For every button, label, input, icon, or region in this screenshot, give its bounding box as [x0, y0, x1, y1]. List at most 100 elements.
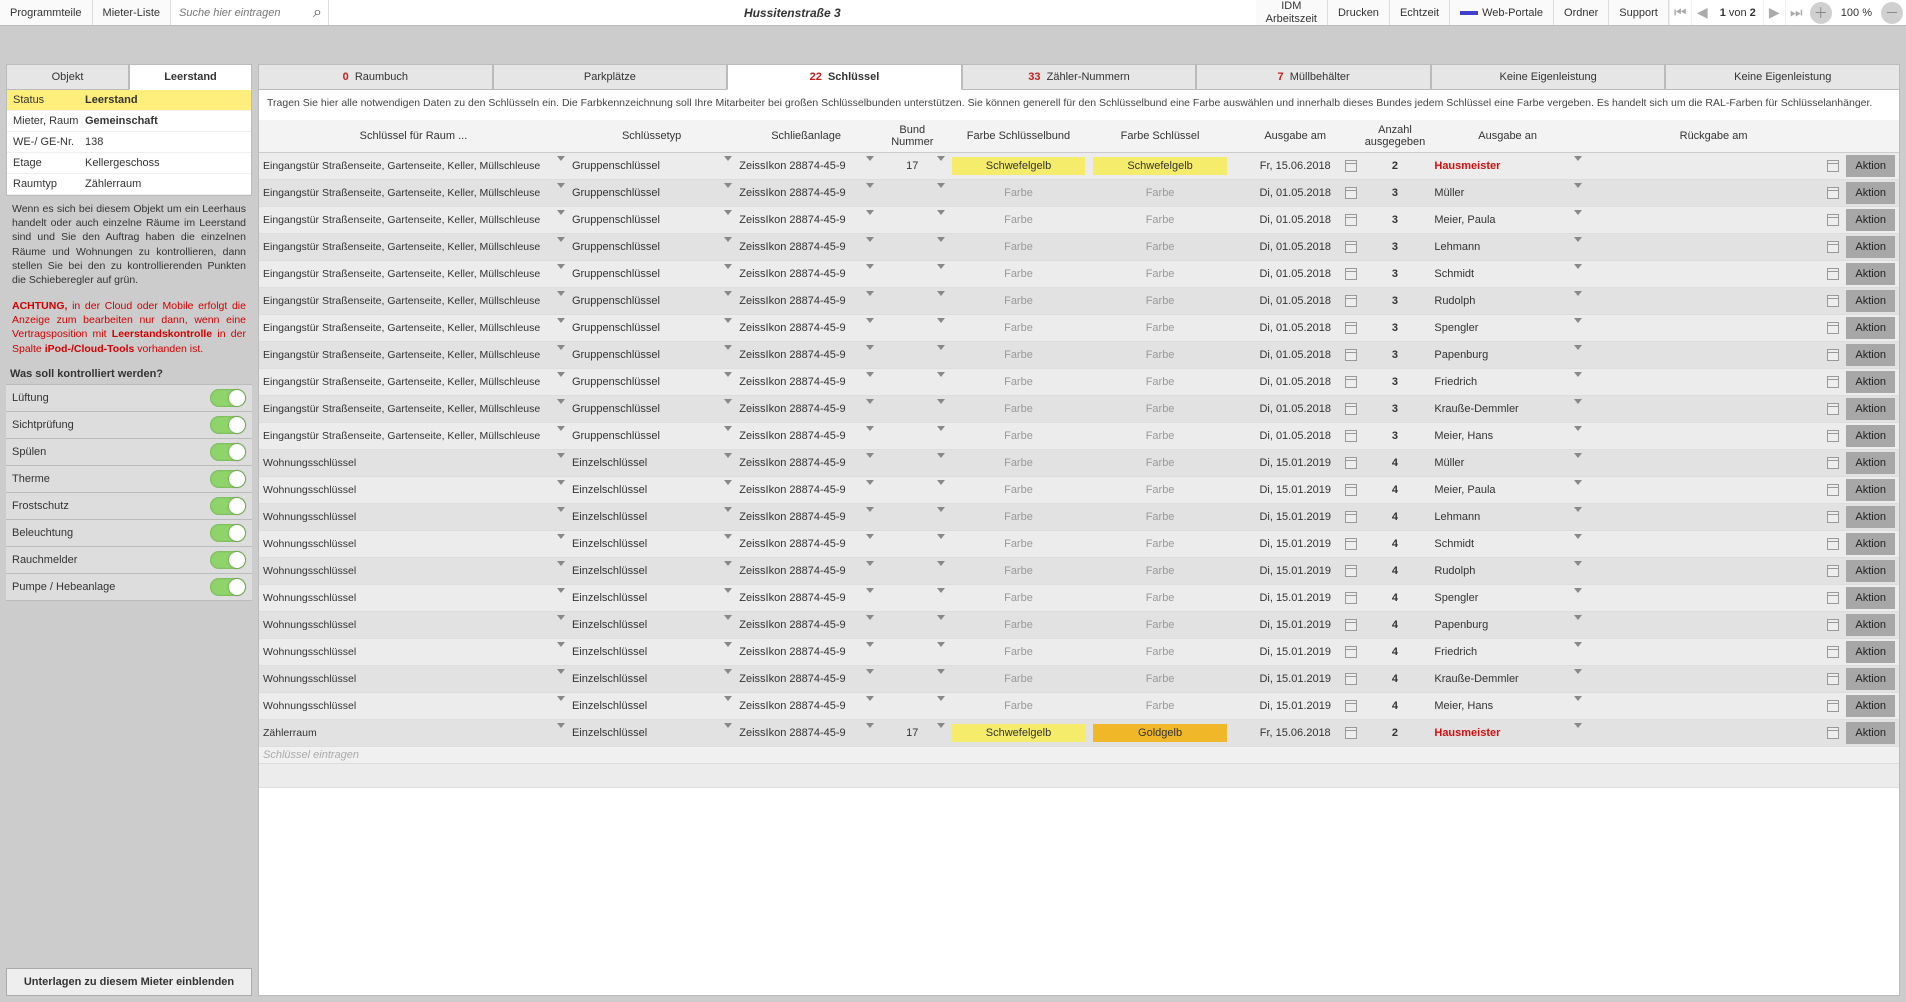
calendar-icon[interactable] — [1345, 187, 1357, 199]
cell-ausgabe-am[interactable]: Di, 15.01.2019 — [1231, 477, 1360, 504]
calendar-icon[interactable] — [1827, 349, 1839, 361]
calendar-icon[interactable] — [1345, 349, 1357, 361]
cell-farbebund[interactable]: Farbe — [948, 639, 1090, 666]
dropdown-icon[interactable] — [937, 561, 945, 566]
dropdown-icon[interactable] — [866, 264, 874, 269]
dropdown-icon[interactable] — [937, 723, 945, 728]
dropdown-icon[interactable] — [866, 237, 874, 242]
cell-farbebund[interactable]: Farbe — [948, 288, 1090, 315]
echtzeit-button[interactable]: Echtzeit — [1390, 0, 1450, 25]
cell-ausgabe-am[interactable]: Di, 15.01.2019 — [1231, 693, 1360, 720]
cell-rueckgabe[interactable] — [1585, 342, 1842, 369]
cell-room[interactable]: Wohnungsschlüssel — [259, 612, 568, 639]
dropdown-icon[interactable] — [866, 210, 874, 215]
dropdown-icon[interactable] — [724, 696, 732, 701]
nav-first-icon[interactable]: ⏮ — [1669, 0, 1691, 25]
support-button[interactable]: Support — [1609, 0, 1669, 25]
aktion-button[interactable]: Aktion — [1846, 560, 1895, 582]
dropdown-icon[interactable] — [1574, 507, 1582, 512]
cell-bund[interactable] — [877, 558, 948, 585]
dropdown-icon[interactable] — [724, 291, 732, 296]
calendar-icon[interactable] — [1345, 700, 1357, 712]
cell-anlage[interactable]: ZeissIkon 28874-45-9 — [735, 207, 877, 234]
cell-typ[interactable]: Einzelschlüssel — [568, 531, 735, 558]
calendar-icon[interactable] — [1827, 214, 1839, 226]
cell-bund[interactable] — [877, 180, 948, 207]
th-ausgabe-am[interactable]: Ausgabe am — [1231, 120, 1360, 153]
cell-rueckgabe[interactable] — [1585, 477, 1842, 504]
dropdown-icon[interactable] — [937, 210, 945, 215]
dropdown-icon[interactable] — [937, 696, 945, 701]
dropdown-icon[interactable] — [724, 318, 732, 323]
aktion-button[interactable]: Aktion — [1846, 587, 1895, 609]
tab-parkpl-tze[interactable]: Parkplätze — [493, 64, 728, 90]
cell-room[interactable]: Eingangstür Straßenseite, Gartenseite, K… — [259, 396, 568, 423]
cell-farbeschluessel[interactable]: Farbe — [1089, 558, 1231, 585]
cell-rueckgabe[interactable] — [1585, 315, 1842, 342]
dropdown-icon[interactable] — [557, 183, 565, 188]
calendar-icon[interactable] — [1827, 538, 1839, 550]
cell-ausgabe-am[interactable]: Di, 15.01.2019 — [1231, 504, 1360, 531]
calendar-icon[interactable] — [1345, 376, 1357, 388]
dropdown-icon[interactable] — [937, 399, 945, 404]
dropdown-icon[interactable] — [866, 372, 874, 377]
dropdown-icon[interactable] — [557, 318, 565, 323]
cell-ausgabe-an[interactable]: Meier, Paula — [1430, 207, 1584, 234]
calendar-icon[interactable] — [1345, 673, 1357, 685]
cell-ausgabe-am[interactable]: Di, 01.05.2018 — [1231, 261, 1360, 288]
cell-rueckgabe[interactable] — [1585, 666, 1842, 693]
mieterliste-button[interactable]: Mieter-Liste — [93, 0, 171, 25]
th-bund[interactable]: Bund Nummer — [877, 120, 948, 153]
cell-farbeschluessel[interactable]: Farbe — [1089, 180, 1231, 207]
tab-leerstand[interactable]: Leerstand — [129, 64, 252, 90]
th-anzahl[interactable]: Anzahl ausgegeben — [1360, 120, 1431, 153]
dropdown-icon[interactable] — [557, 723, 565, 728]
cell-anlage[interactable]: ZeissIkon 28874-45-9 — [735, 261, 877, 288]
cell-bund[interactable] — [877, 396, 948, 423]
cell-room[interactable]: Wohnungsschlüssel — [259, 585, 568, 612]
dropdown-icon[interactable] — [1574, 588, 1582, 593]
dropdown-icon[interactable] — [557, 210, 565, 215]
cell-anzahl[interactable]: 3 — [1360, 288, 1431, 315]
dropdown-icon[interactable] — [937, 345, 945, 350]
dropdown-icon[interactable] — [937, 642, 945, 647]
cell-farbebund[interactable]: Farbe — [948, 180, 1090, 207]
cell-ausgabe-am[interactable]: Fr, 15.06.2018 — [1231, 153, 1360, 180]
dropdown-icon[interactable] — [724, 507, 732, 512]
cell-anlage[interactable]: ZeissIkon 28874-45-9 — [735, 720, 877, 747]
tab-keine-eigenleistung[interactable]: Keine Eigenleistung — [1665, 64, 1900, 90]
cell-typ[interactable]: Einzelschlüssel — [568, 693, 735, 720]
dropdown-icon[interactable] — [724, 480, 732, 485]
cell-typ[interactable]: Gruppenschlüssel — [568, 207, 735, 234]
calendar-icon[interactable] — [1345, 403, 1357, 415]
cell-bund[interactable] — [877, 693, 948, 720]
calendar-icon[interactable] — [1827, 160, 1839, 172]
dropdown-icon[interactable] — [724, 426, 732, 431]
dropdown-icon[interactable] — [1574, 615, 1582, 620]
dropdown-icon[interactable] — [937, 534, 945, 539]
dropdown-icon[interactable] — [866, 561, 874, 566]
cell-room[interactable]: Eingangstür Straßenseite, Gartenseite, K… — [259, 261, 568, 288]
aktion-button[interactable]: Aktion — [1846, 452, 1895, 474]
aktion-button[interactable]: Aktion — [1846, 398, 1895, 420]
cell-rueckgabe[interactable] — [1585, 693, 1842, 720]
tab-objekt[interactable]: Objekt — [6, 64, 129, 90]
cell-ausgabe-an[interactable]: Schmidt — [1430, 261, 1584, 288]
cell-rueckgabe[interactable] — [1585, 558, 1842, 585]
cell-anzahl[interactable]: 4 — [1360, 531, 1431, 558]
dropdown-icon[interactable] — [1574, 318, 1582, 323]
cell-ausgabe-am[interactable]: Di, 01.05.2018 — [1231, 369, 1360, 396]
cell-bund[interactable]: 17 — [877, 720, 948, 747]
dropdown-icon[interactable] — [866, 696, 874, 701]
cell-typ[interactable]: Gruppenschlüssel — [568, 315, 735, 342]
cell-rueckgabe[interactable] — [1585, 450, 1842, 477]
cell-room[interactable]: Wohnungsschlüssel — [259, 693, 568, 720]
dropdown-icon[interactable] — [724, 156, 732, 161]
cell-anzahl[interactable]: 4 — [1360, 639, 1431, 666]
cell-typ[interactable]: Gruppenschlüssel — [568, 396, 735, 423]
dropdown-icon[interactable] — [557, 372, 565, 377]
cell-anzahl[interactable]: 4 — [1360, 666, 1431, 693]
cell-anzahl[interactable]: 4 — [1360, 693, 1431, 720]
dropdown-icon[interactable] — [557, 237, 565, 242]
cell-farbeschluessel[interactable]: Farbe — [1089, 477, 1231, 504]
